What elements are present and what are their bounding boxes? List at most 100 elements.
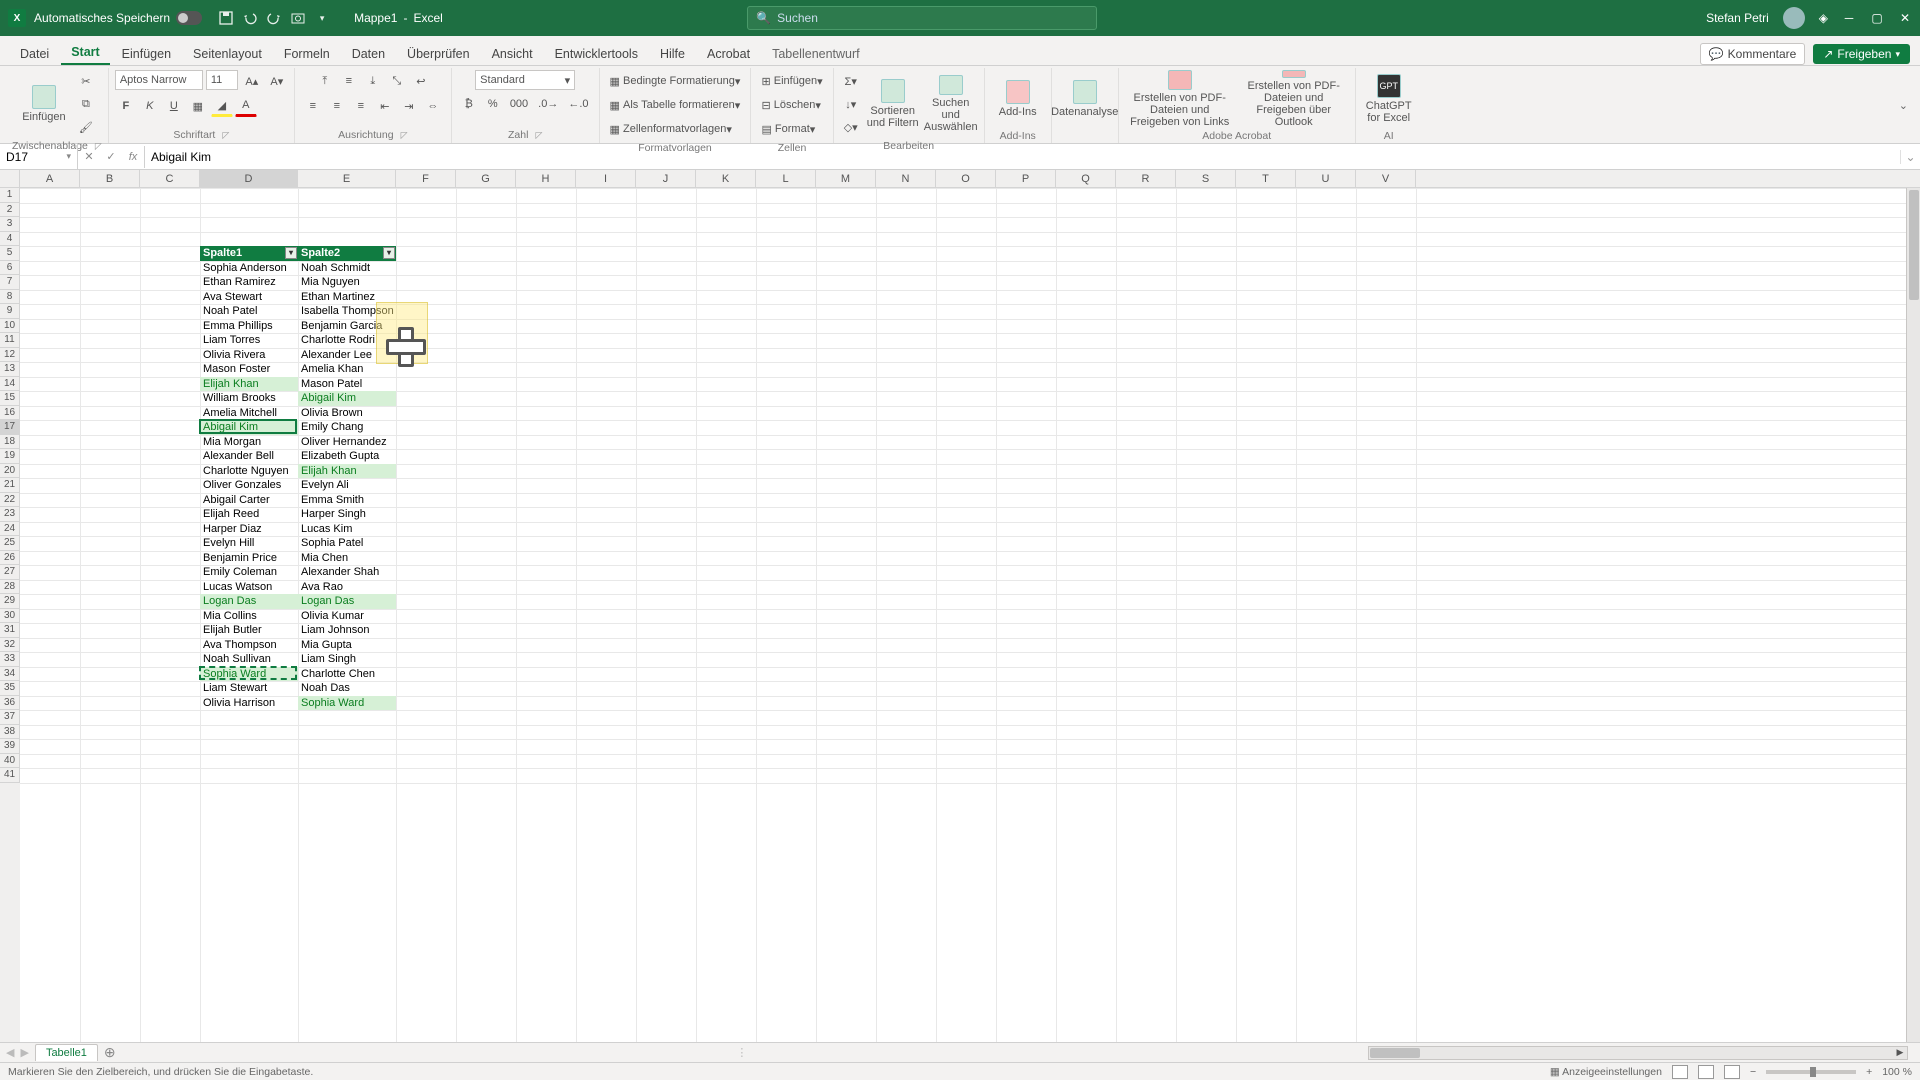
cell[interactable]: Amelia Mitchell: [200, 406, 298, 421]
cell-grid[interactable]: Spalte1▾Spalte2▾Sophia AndersonNoah Schm…: [20, 188, 1920, 1050]
insert-cells-button[interactable]: ⊞ Einfügen ▾: [757, 70, 826, 92]
row-header[interactable]: 36: [0, 696, 20, 711]
border-icon[interactable]: ▦: [187, 95, 209, 117]
close-icon[interactable]: ✕: [1898, 11, 1912, 25]
col-header-M[interactable]: M: [816, 170, 876, 187]
cell[interactable]: Liam Singh: [298, 652, 396, 667]
align-center-icon[interactable]: ≡: [325, 95, 349, 117]
cell[interactable]: Alexander Shah: [298, 565, 396, 580]
cell[interactable]: Sophia Anderson: [200, 261, 298, 276]
collapse-ribbon-icon[interactable]: ⌄: [1899, 99, 1908, 112]
search-box[interactable]: 🔍 Suchen: [747, 6, 1097, 30]
tab-file[interactable]: Datei: [10, 41, 59, 65]
increase-font-icon[interactable]: A▴: [241, 70, 263, 92]
accessibility-button[interactable]: ▦ Anzeigeeinstellungen: [1550, 1066, 1662, 1078]
autosave-toggle[interactable]: Automatisches Speichern: [34, 11, 202, 25]
expand-formula-icon[interactable]: ⌄: [1900, 150, 1920, 164]
pdf-share-link-button[interactable]: Erstellen von PDF-Dateien und Freigeben …: [1125, 70, 1235, 128]
col-header-O[interactable]: O: [936, 170, 996, 187]
zoom-slider[interactable]: [1766, 1070, 1856, 1074]
cell[interactable]: Benjamin Price: [200, 551, 298, 566]
row-header[interactable]: 16: [0, 406, 20, 421]
scroll-thumb[interactable]: [1909, 190, 1919, 300]
row-header[interactable]: 40: [0, 754, 20, 769]
cell[interactable]: Olivia Harrison: [200, 696, 298, 711]
inc-decimal-icon[interactable]: .0→: [534, 93, 562, 115]
col-header-L[interactable]: L: [756, 170, 816, 187]
cell[interactable]: Spalte2▾: [298, 246, 396, 261]
cell[interactable]: Emma Smith: [298, 493, 396, 508]
page-break-icon[interactable]: [1724, 1065, 1740, 1079]
cell[interactable]: Mia Morgan: [200, 435, 298, 450]
worksheet[interactable]: ABCDEFGHIJKLMNOPQRSTUV 12345678910111213…: [0, 170, 1920, 1050]
cell[interactable]: Abigail Kim: [200, 420, 298, 435]
cell[interactable]: Ava Rao: [298, 580, 396, 595]
chatgpt-button[interactable]: GPTChatGPT for Excel: [1362, 70, 1416, 128]
align-left-icon[interactable]: ≡: [301, 95, 325, 117]
cell[interactable]: Noah Sullivan: [200, 652, 298, 667]
cell[interactable]: Liam Torres: [200, 333, 298, 348]
row-header[interactable]: 19: [0, 449, 20, 464]
row-header[interactable]: 18: [0, 435, 20, 450]
column-headers[interactable]: ABCDEFGHIJKLMNOPQRSTUV: [0, 170, 1920, 188]
undo-icon[interactable]: [242, 10, 258, 26]
cell[interactable]: Charlotte Chen: [298, 667, 396, 682]
row-header[interactable]: 23: [0, 507, 20, 522]
row-header[interactable]: 28: [0, 580, 20, 595]
cell[interactable]: Alexander Bell: [200, 449, 298, 464]
tab-data[interactable]: Daten: [342, 41, 395, 65]
row-header[interactable]: 8: [0, 290, 20, 305]
cell[interactable]: Noah Schmidt: [298, 261, 396, 276]
row-header[interactable]: 15: [0, 391, 20, 406]
col-header-T[interactable]: T: [1236, 170, 1296, 187]
row-header[interactable]: 12: [0, 348, 20, 363]
zoom-out-icon[interactable]: −: [1750, 1066, 1756, 1078]
wrap-text-icon[interactable]: ↩: [409, 70, 433, 92]
row-header[interactable]: 3: [0, 217, 20, 232]
cell[interactable]: Logan Das: [298, 594, 396, 609]
row-header[interactable]: 17: [0, 420, 20, 435]
row-header[interactable]: 37: [0, 710, 20, 725]
scroll-right-icon[interactable]: ▶: [1893, 1047, 1907, 1059]
redo-icon[interactable]: [266, 10, 282, 26]
add-sheet-icon[interactable]: ⊕: [104, 1044, 116, 1061]
cell[interactable]: Olivia Rivera: [200, 348, 298, 363]
col-header-B[interactable]: B: [80, 170, 140, 187]
row-header[interactable]: 1: [0, 188, 20, 203]
cell[interactable]: William Brooks: [200, 391, 298, 406]
user-name[interactable]: Stefan Petri: [1706, 11, 1769, 25]
cell[interactable]: Emma Phillips: [200, 319, 298, 334]
dialog-launcher-icon[interactable]: ◸: [401, 130, 408, 141]
share-button[interactable]: ↗Freigeben▾: [1813, 44, 1910, 64]
fx-icon[interactable]: fx: [122, 146, 144, 168]
cell[interactable]: Mia Nguyen: [298, 275, 396, 290]
orientation-icon[interactable]: ⤡: [385, 70, 409, 92]
tab-review[interactable]: Überprüfen: [397, 41, 480, 65]
row-header[interactable]: 31: [0, 623, 20, 638]
row-header[interactable]: 5: [0, 246, 20, 261]
row-header[interactable]: 32: [0, 638, 20, 653]
cell[interactable]: Logan Das: [200, 594, 298, 609]
cell[interactable]: Oliver Hernandez: [298, 435, 396, 450]
cell[interactable]: Mason Patel: [298, 377, 396, 392]
fill-icon[interactable]: ↓▾: [840, 93, 862, 115]
align-right-icon[interactable]: ≡: [349, 95, 373, 117]
maximize-icon[interactable]: ▢: [1870, 11, 1884, 25]
cond-format-button[interactable]: ▦ Bedingte Formatierung ▾: [606, 70, 745, 92]
row-header[interactable]: 4: [0, 232, 20, 247]
row-header[interactable]: 39: [0, 739, 20, 754]
cell[interactable]: Noah Das: [298, 681, 396, 696]
next-sheet-icon[interactable]: ▶: [20, 1046, 28, 1059]
row-header[interactable]: 13: [0, 362, 20, 377]
align-top-icon[interactable]: ⤒: [313, 70, 337, 92]
avatar[interactable]: [1783, 7, 1805, 29]
cell[interactable]: Ava Thompson: [200, 638, 298, 653]
col-header-I[interactable]: I: [576, 170, 636, 187]
col-header-U[interactable]: U: [1296, 170, 1356, 187]
col-header-F[interactable]: F: [396, 170, 456, 187]
format-painter-icon[interactable]: 🖌: [75, 116, 97, 138]
row-header[interactable]: 6: [0, 261, 20, 276]
col-header-P[interactable]: P: [996, 170, 1056, 187]
zoom-level[interactable]: 100 %: [1882, 1066, 1912, 1078]
normal-view-icon[interactable]: [1672, 1065, 1688, 1079]
